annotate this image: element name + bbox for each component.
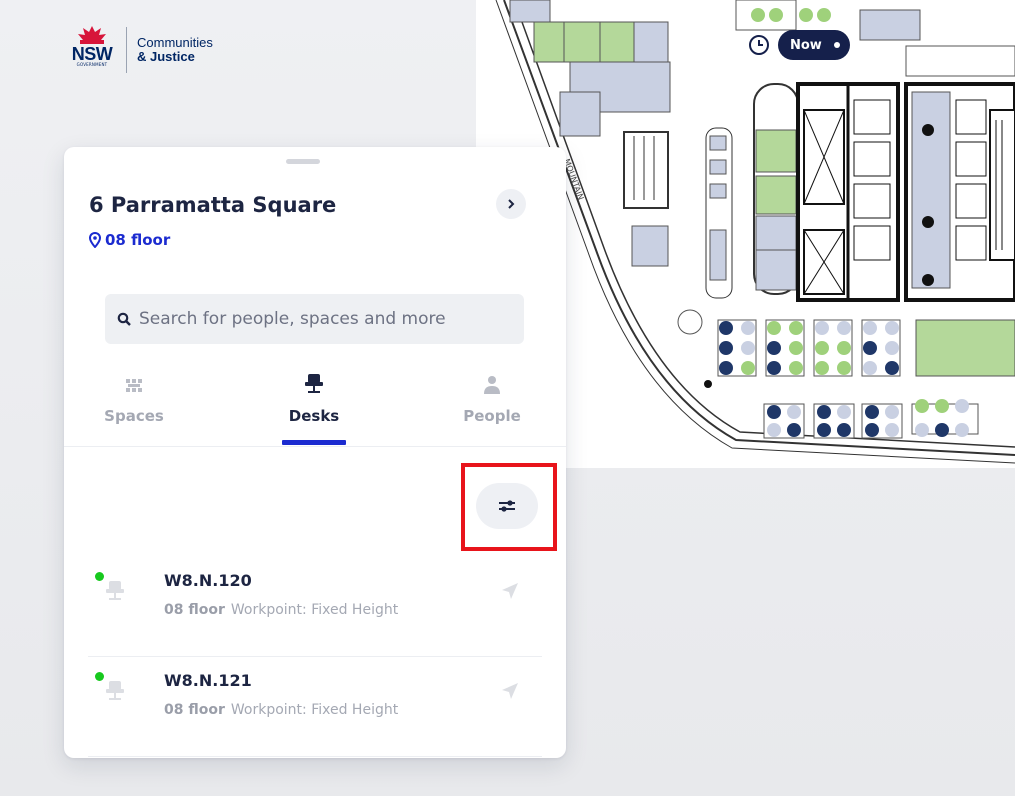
brand-logo[interactable]: NSW GOVERNMENT Communities & Justice	[64, 24, 213, 76]
nsw-wordmark: NSW	[71, 44, 113, 64]
tab-desks-label: Desks	[288, 407, 340, 425]
org-name-line2: & Justice	[137, 49, 195, 64]
desk-chair-icon	[305, 374, 323, 393]
desk-type: Workpoint: Fixed Height	[230, 702, 399, 718]
desk-cluster	[763, 403, 805, 439]
nsw-waratah-logo: NSW GOVERNMENT	[64, 24, 120, 76]
app-root: MOUNTAIN Now NSW GOVERNMENT Communities …	[0, 0, 1015, 796]
floor-label: 08 floor	[105, 231, 171, 249]
building-details-button[interactable]	[496, 189, 526, 219]
desk-details: 08 floor Workpoint: Fixed Height	[164, 602, 398, 618]
logo-divider	[126, 27, 127, 73]
spaces-icon	[126, 379, 142, 392]
clock-icon[interactable]	[746, 32, 772, 58]
desk-cluster	[765, 319, 805, 377]
desk-chair-icon	[106, 681, 124, 700]
desk-list-item[interactable]: W8.N.120 08 floor Workpoint: Fixed Height	[88, 557, 542, 657]
availability-dot	[95, 672, 104, 681]
desk-cluster	[861, 319, 901, 377]
desk-chair-icon	[106, 581, 124, 600]
tab-spaces-label: Spaces	[104, 407, 164, 425]
now-indicator-dot	[833, 42, 840, 48]
desk-name: W8.N.121	[164, 671, 252, 690]
org-name: Communities & Justice	[137, 36, 213, 64]
desk-floor: 08 floor	[164, 602, 225, 618]
chevron-right-icon	[508, 199, 515, 209]
desk-cluster	[813, 319, 853, 377]
navigate-icon[interactable]	[500, 681, 520, 701]
now-button[interactable]: Now	[778, 30, 850, 60]
desk-floor: 08 floor	[164, 702, 225, 718]
tab-people-label: People	[463, 407, 521, 425]
sliders-icon	[499, 500, 515, 512]
availability-dot	[95, 572, 104, 581]
desk-list: W8.N.120 08 floor Workpoint: Fixed Height…	[64, 557, 566, 757]
tab-spaces[interactable]: Spaces	[74, 365, 194, 447]
desk-cluster	[813, 403, 855, 439]
time-selector: Now	[746, 30, 850, 60]
building-title: 6 Parramatta Square	[89, 193, 337, 217]
map-pin-icon	[89, 232, 101, 248]
desk-name: W8.N.120	[164, 571, 252, 590]
search-input[interactable]	[139, 309, 509, 329]
org-name-line1: Communities	[137, 35, 213, 50]
desk-cluster	[717, 319, 757, 377]
government-wordmark: GOVERNMENT	[76, 62, 108, 67]
category-tabs: Spaces Desks People	[64, 365, 566, 447]
now-label: Now	[790, 37, 822, 53]
filter-button[interactable]	[476, 483, 538, 529]
desk-type: Workpoint: Fixed Height	[230, 602, 399, 618]
person-icon	[484, 376, 500, 394]
desk-details: 08 floor Workpoint: Fixed Height	[164, 702, 398, 718]
tab-people[interactable]: People	[432, 365, 552, 447]
desk-cluster	[861, 403, 903, 439]
desk-list-item[interactable]: W8.N.121 08 floor Workpoint: Fixed Height	[88, 657, 542, 757]
panel-drag-handle[interactable]	[286, 159, 320, 164]
desk-cluster	[911, 399, 979, 437]
tab-desks[interactable]: Desks	[254, 365, 374, 447]
search-bar[interactable]	[105, 294, 524, 344]
search-icon	[117, 312, 131, 326]
floor-indicator[interactable]: 08 floor	[89, 231, 170, 249]
navigate-icon[interactable]	[500, 581, 520, 601]
location-panel: 6 Parramatta Square 08 floor Search for …	[64, 147, 566, 758]
waratah-icon	[78, 26, 106, 44]
active-tab-indicator	[282, 440, 346, 445]
